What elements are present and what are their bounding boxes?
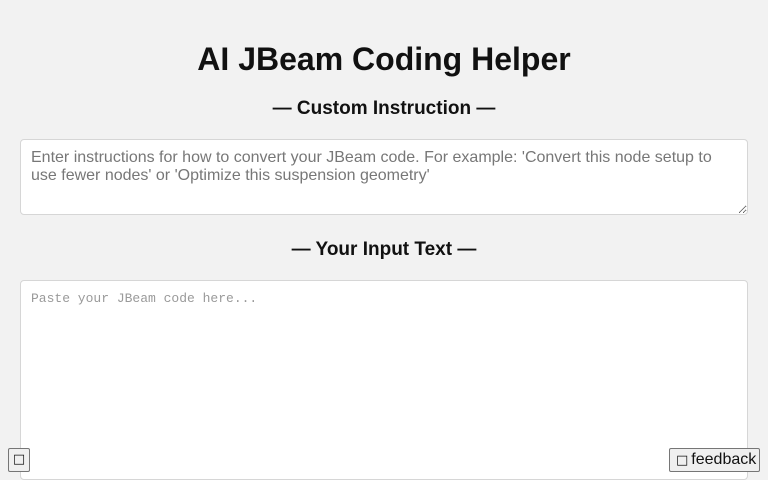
page: AI JBeam Coding Helper — Custom Instruct… — [0, 0, 768, 480]
input-text-heading: — Your Input Text — — [291, 239, 477, 260]
corner-button[interactable]: □ — [8, 448, 30, 472]
custom-instruction-textarea[interactable] — [20, 139, 748, 215]
missing-glyph-icon: □ — [676, 453, 689, 468]
custom-instruction-heading: — Custom Instruction — — [272, 98, 496, 119]
page-title: AI JBeam Coding Helper — [197, 41, 571, 77]
feedback-label: feedback — [691, 451, 757, 468]
input-text-textarea[interactable] — [20, 280, 748, 480]
feedback-button[interactable]: □ feedback — [669, 448, 760, 472]
missing-glyph-icon: □ — [12, 452, 26, 467]
